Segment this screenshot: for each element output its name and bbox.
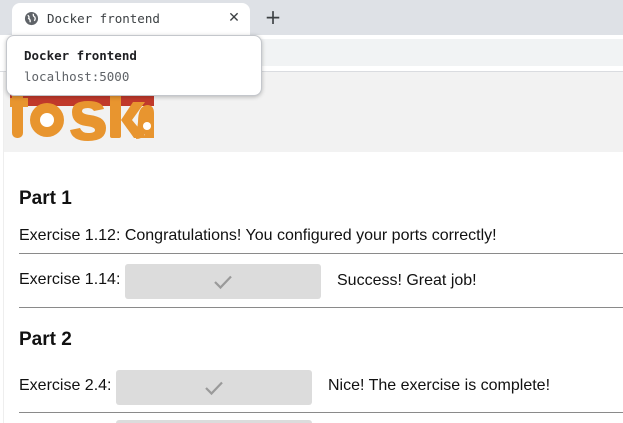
exercise-1-14-result: Success! Great job! [337, 272, 477, 289]
divider [19, 253, 623, 254]
browser-tab[interactable]: Docker frontend ✕ [12, 3, 250, 35]
globe-icon [24, 11, 39, 26]
address-bar[interactable] [230, 39, 623, 66]
exercise-2-4-check-button[interactable] [116, 370, 312, 405]
divider [19, 412, 623, 413]
exercise-1-14-check-button[interactable] [125, 264, 321, 299]
divider [19, 307, 623, 308]
exercise-1-14-label: Exercise 1.14: [19, 271, 121, 288]
tab-title: Docker frontend [47, 11, 160, 26]
tab-strip: Docker frontend ✕ + [0, 0, 623, 35]
exercise-2-4-label: Exercise 2.4: [19, 377, 112, 394]
exercise-1-12-text: Exercise 1.12: Congratulations! You conf… [19, 227, 497, 244]
tab-close-icon[interactable]: ✕ [226, 10, 242, 26]
new-tab-button[interactable]: + [262, 6, 284, 28]
exercise-2-4-result: Nice! The exercise is complete! [328, 377, 551, 394]
checkmark-icon [205, 381, 223, 395]
checkmark-icon [214, 275, 232, 289]
part-1-heading: Part 1 [19, 188, 72, 209]
part-2-heading: Part 2 [19, 329, 72, 350]
hover-card-url: localhost:5000 [24, 69, 130, 84]
tab-hover-card: Docker frontend localhost:5000 [6, 35, 262, 96]
hover-card-title: Docker frontend [24, 48, 137, 63]
page-content: Part 1 Exercise 1.12: Congratulations! Y… [4, 72, 623, 423]
